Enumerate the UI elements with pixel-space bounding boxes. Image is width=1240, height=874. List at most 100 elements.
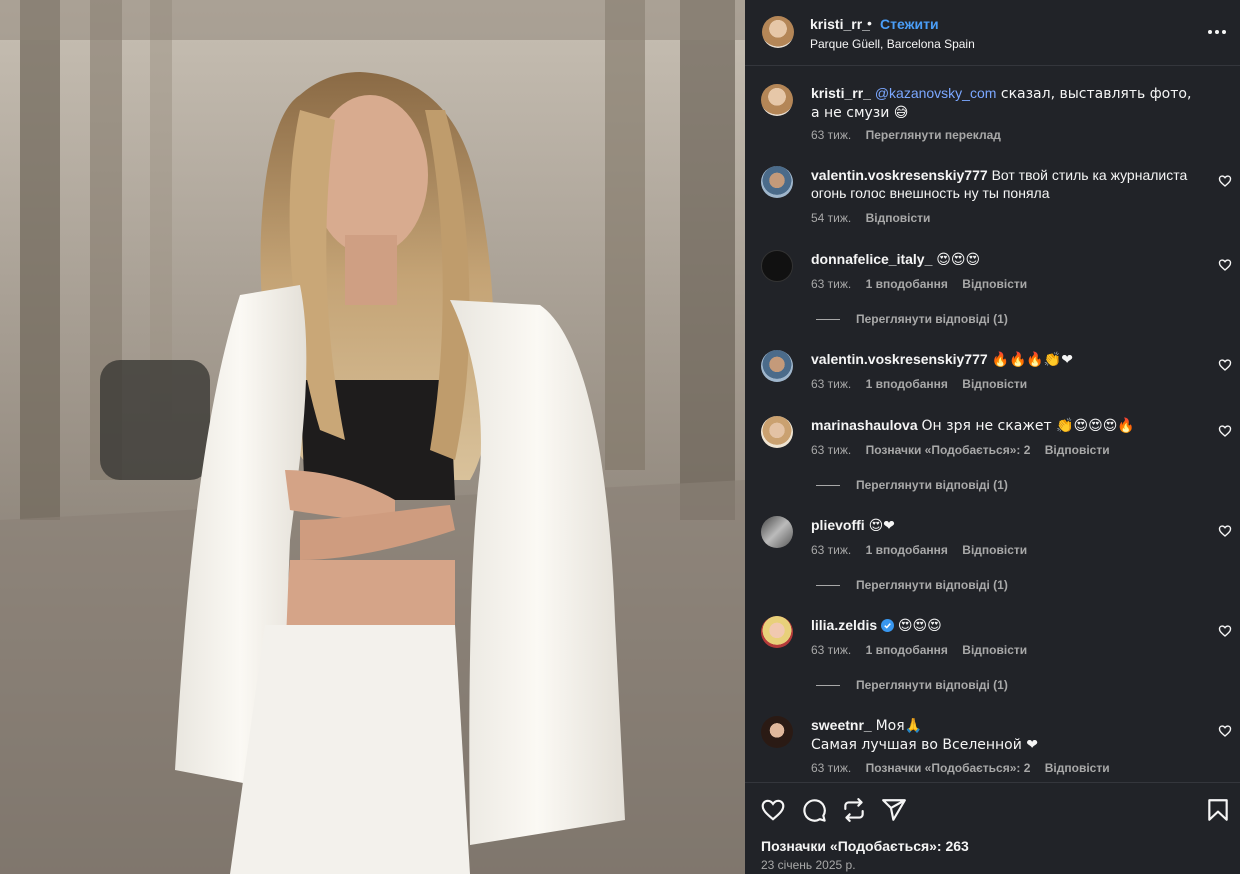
send-icon[interactable] (881, 797, 907, 823)
comment-likes[interactable]: 1 вподобання (866, 377, 948, 391)
comment-text: donnafelice_italy_ 😍😍😍 (811, 250, 1193, 269)
caption-avatar[interactable] (761, 84, 793, 116)
comment-time: 63 тиж. (811, 643, 852, 657)
comment-like-heart-icon[interactable] (1218, 724, 1232, 738)
comment-meta: 63 тиж. 1 вподобання Відповісти (811, 643, 1038, 657)
reply-link[interactable]: Відповісти (962, 377, 1027, 391)
translate-link[interactable]: Переглянути переклад (866, 128, 1001, 142)
heart-icon[interactable] (760, 797, 786, 823)
comment-like-heart-icon[interactable] (1218, 358, 1232, 372)
caption-time: 63 тиж. (811, 128, 852, 142)
comment-likes[interactable]: 1 вподобання (866, 277, 948, 291)
post-action-bar: Позначки «Подобається»: 263 23 січень 20… (745, 782, 1240, 874)
comment-username[interactable]: valentin.voskresenskiy777 (811, 351, 988, 367)
caption-username[interactable]: kristi_rr_ (811, 85, 871, 101)
view-replies-label: Переглянути відповіді (1) (856, 678, 1008, 692)
comment-body: 😍😍😍 (936, 252, 981, 268)
more-horizontal-icon[interactable] (1206, 23, 1228, 41)
post-photo (0, 0, 745, 874)
comment-time: 63 тиж. (811, 377, 852, 391)
bookmark-icon[interactable] (1205, 797, 1231, 823)
author-avatar[interactable] (762, 16, 794, 48)
view-replies-button[interactable]: Переглянути відповіді (1) (816, 578, 1008, 592)
replies-divider (816, 685, 840, 687)
comment-time: 63 тиж. (811, 277, 852, 291)
comment-body: Моя🙏 (875, 718, 923, 734)
separator-dot: • (867, 15, 872, 31)
replies-divider (816, 319, 840, 321)
comment-like-heart-icon[interactable] (1218, 258, 1232, 272)
caption-mention[interactable]: @kazanovsky_com (875, 85, 997, 101)
comment-likes[interactable]: Позначки «Подобається»: 2 (866, 761, 1031, 775)
reply-link[interactable]: Відповісти (1045, 761, 1110, 775)
reply-link[interactable]: Відповісти (962, 643, 1027, 657)
comment-avatar[interactable] (761, 166, 793, 198)
location-link[interactable]: Parque Güell, Barcelona Spain (810, 37, 975, 51)
comment-username[interactable]: lilia.zeldis (811, 617, 877, 633)
comment-meta: 63 тиж. Позначки «Подобається»: 2 Відпов… (811, 761, 1121, 775)
comment-username[interactable]: marinashaulova (811, 417, 918, 433)
comment-username[interactable]: donnafelice_italy_ (811, 251, 932, 267)
comment-username[interactable]: valentin.voskresenskiy777 (811, 167, 988, 183)
comment-avatar[interactable] (761, 616, 793, 648)
comment-like-heart-icon[interactable] (1218, 524, 1232, 538)
follow-button[interactable]: Стежити (880, 16, 939, 32)
view-replies-label: Переглянути відповіді (1) (856, 478, 1008, 492)
comment-body-line-2: Самая лучшая во Вселенной ❤ (811, 737, 1039, 753)
comment-likes[interactable]: 1 вподобання (866, 543, 948, 557)
comment-likes[interactable]: Позначки «Подобається»: 2 (866, 443, 1031, 457)
post-date: 23 січень 2025 р. (761, 858, 856, 872)
comment-avatar[interactable] (761, 416, 793, 448)
caption-text: kristi_rr_ @kazanovsky_com сказал, выста… (811, 84, 1193, 122)
view-replies-button[interactable]: Переглянути відповіді (1) (816, 478, 1008, 492)
comment-avatar[interactable] (761, 716, 793, 748)
comment-time: 63 тиж. (811, 443, 852, 457)
view-replies-button[interactable]: Переглянути відповіді (1) (816, 678, 1008, 692)
comment-meta: 63 тиж. 1 вподобання Відповісти (811, 377, 1038, 391)
comment-meta: 63 тиж. 1 вподобання Відповісти (811, 543, 1038, 557)
comment-avatar[interactable] (761, 350, 793, 382)
author-username[interactable]: kristi_rr_ (810, 16, 870, 32)
comment-body: 😍❤ (868, 518, 895, 534)
replies-divider (816, 585, 840, 587)
comment-body: Он зря не скажет 👏😍😍😍🔥 (921, 418, 1135, 434)
comment-text: valentin.voskresenskiy777 🔥🔥🔥👏❤ (811, 350, 1193, 369)
replies-divider (816, 485, 840, 487)
comment-time: 54 тиж. (811, 211, 852, 225)
view-replies-button[interactable]: Переглянути відповіді (1) (816, 312, 1008, 326)
reply-link[interactable]: Відповісти (962, 543, 1027, 557)
comment-time: 63 тиж. (811, 543, 852, 557)
caption-meta: 63 тиж. Переглянути переклад (811, 128, 1012, 142)
comment-meta: 63 тиж. Позначки «Подобається»: 2 Відпов… (811, 443, 1121, 457)
reply-link[interactable]: Відповісти (866, 211, 931, 225)
comment-avatar[interactable] (761, 250, 793, 282)
comment-like-heart-icon[interactable] (1218, 624, 1232, 638)
post-header: kristi_rr_ • Стежити Parque Güell, Barce… (745, 0, 1240, 66)
view-replies-label: Переглянути відповіді (1) (856, 312, 1008, 326)
comment-text: lilia.zeldis 😍😍😍 (811, 616, 1193, 635)
woman-portrait-image (0, 0, 745, 874)
verified-badge-icon (881, 619, 895, 632)
comments-panel: kristi_rr_ • Стежити Parque Güell, Barce… (745, 0, 1240, 874)
comment-username[interactable]: sweetnr_ (811, 717, 872, 733)
comment-meta: 63 тиж. 1 вподобання Відповісти (811, 277, 1038, 291)
comment-text: valentin.voskresenskiy777 Вот твой стиль… (811, 166, 1193, 202)
comment-meta: 54 тиж. Відповісти (811, 211, 941, 225)
comment-time: 63 тиж. (811, 761, 852, 775)
comment-body: 😍😍😍 (897, 618, 942, 634)
comment-text: sweetnr_ Моя🙏 Самая лучшая во Вселенной … (811, 716, 1193, 754)
reply-link[interactable]: Відповісти (1045, 443, 1110, 457)
comment-username[interactable]: plievoffi (811, 517, 865, 533)
comment-likes[interactable]: 1 вподобання (866, 643, 948, 657)
comment-avatar[interactable] (761, 516, 793, 548)
repost-icon[interactable] (841, 797, 867, 823)
comment-like-heart-icon[interactable] (1218, 174, 1232, 188)
view-replies-label: Переглянути відповіді (1) (856, 578, 1008, 592)
reply-link[interactable]: Відповісти (962, 277, 1027, 291)
comment-text: marinashaulova Он зря не скажет 👏😍😍😍🔥 (811, 416, 1193, 435)
comment-body: 🔥🔥🔥👏❤ (991, 352, 1074, 368)
comment-text: plievoffi 😍❤ (811, 516, 1193, 535)
comment-icon[interactable] (801, 797, 827, 823)
likes-count[interactable]: Позначки «Подобається»: 263 (761, 838, 969, 854)
comment-like-heart-icon[interactable] (1218, 424, 1232, 438)
